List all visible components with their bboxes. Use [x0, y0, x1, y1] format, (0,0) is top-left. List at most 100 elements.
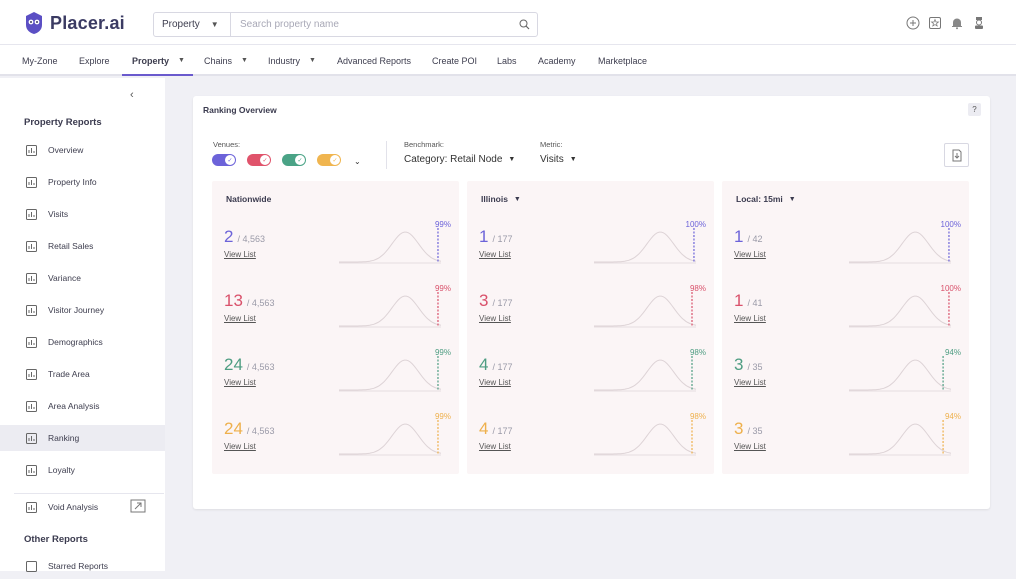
distribution-curve	[849, 420, 951, 456]
nav-academy[interactable]: Academy	[538, 45, 576, 76]
search-type-dropdown[interactable]: Property ▼	[154, 13, 231, 36]
distribution-line	[849, 359, 951, 391]
ranking-overview-card: Ranking Overview ? Venues: ✓ ✓ ✓ ✓ ⌄ Benchm…	[193, 96, 990, 509]
nav-advanced-reports[interactable]: Advanced Reports	[337, 45, 411, 76]
view-list-link[interactable]: View List	[224, 378, 256, 387]
sidebar-item-variance[interactable]: Variance	[0, 265, 165, 291]
check-icon: ✓	[295, 155, 305, 165]
external-link-icon[interactable]	[130, 499, 146, 513]
check-icon: ✓	[225, 155, 235, 165]
rank-total: / 4,563	[246, 362, 275, 372]
venue-toggle-4[interactable]: ✓	[317, 154, 341, 166]
bell-icon[interactable]	[950, 16, 964, 30]
collapse-sidebar-icon[interactable]: ‹	[130, 89, 134, 101]
rank-number: 3	[734, 355, 744, 374]
help-button[interactable]: ?	[968, 103, 981, 116]
logo[interactable]: Placer.ai	[24, 11, 125, 35]
view-list-link[interactable]: View List	[734, 378, 766, 387]
chevron-down-icon: ▼	[178, 57, 185, 64]
nav-industry[interactable]: Industry ▼	[268, 45, 316, 76]
benchmark-label: Benchmark:	[404, 140, 445, 149]
nav-label: Industry	[268, 55, 301, 66]
sidebar-item-starred-reports[interactable]: Starred Reports	[0, 553, 165, 579]
rank-value: 3/ 177	[479, 291, 513, 311]
benchmark-dropdown[interactable]: Category: Retail Node ▼	[404, 154, 515, 165]
nav-explore[interactable]: Explore	[79, 45, 110, 76]
view-list-link[interactable]: View List	[479, 378, 511, 387]
building-icon	[24, 175, 38, 189]
distribution-curve	[594, 356, 696, 392]
view-list-link[interactable]: View List	[224, 314, 256, 323]
sidebar-item-label: Void Analysis	[48, 502, 99, 512]
view-list-link[interactable]: View List	[734, 250, 766, 259]
sidebar: ‹ Property Reports Overview Property Info…	[0, 78, 165, 572]
view-list-link[interactable]: View List	[224, 442, 256, 451]
rank-row: 1/ 41 View List 100%	[722, 284, 969, 345]
sidebar-item-label: Visitor Journey	[48, 305, 105, 315]
ranking-column-local-15mi: Local: 15mi ▼ 1/ 42 View List 100% 1/ 41 View …	[722, 181, 969, 474]
view-list-link[interactable]: View List	[224, 250, 256, 259]
sidebar-item-retail-sales[interactable]: Retail Sales	[0, 233, 165, 259]
metric-dropdown[interactable]: Visits ▼	[540, 154, 577, 165]
sidebar-item-overview[interactable]: Overview	[0, 137, 165, 163]
controls-divider	[386, 141, 387, 169]
sidebar-item-loyalty[interactable]: Loyalty	[0, 457, 165, 483]
sidebar-item-area-analysis[interactable]: Area Analysis	[0, 393, 165, 419]
distribution-line	[594, 231, 696, 263]
sidebar-item-label: Property Info	[48, 177, 97, 187]
rank-total: / 177	[492, 234, 513, 244]
venues-dropdown-icon[interactable]: ⌄	[354, 157, 361, 166]
rank-row: 2/ 4,563 View List 99%	[212, 220, 459, 281]
view-list-link[interactable]: View List	[734, 442, 766, 451]
search-input[interactable]	[231, 19, 511, 30]
nav-chains[interactable]: Chains ▼	[204, 45, 248, 76]
view-list-link[interactable]: View List	[479, 250, 511, 259]
rank-number: 13	[224, 291, 243, 310]
user-icon[interactable]	[972, 16, 986, 30]
nav-property[interactable]: Property ▼	[132, 45, 185, 76]
rank-total: / 4,563	[246, 298, 275, 308]
search-icon[interactable]	[511, 19, 537, 30]
nav-labs[interactable]: Labs	[497, 45, 517, 76]
starred-icon[interactable]	[928, 16, 942, 30]
rank-row: 3/ 35 View List 94%	[722, 412, 969, 473]
distribution-line	[339, 423, 441, 455]
view-list-link[interactable]: View List	[734, 314, 766, 323]
nav-marketplace[interactable]: Marketplace	[598, 45, 647, 76]
download-button[interactable]	[944, 143, 969, 167]
top-bar: Placer.ai Property ▼	[0, 0, 1016, 45]
rank-row: 1/ 177 View List 100%	[467, 220, 714, 281]
chevron-down-icon: ▼	[513, 195, 521, 203]
venue-toggle-3[interactable]: ✓	[282, 154, 306, 166]
distribution-line	[339, 359, 441, 391]
view-list-link[interactable]: View List	[479, 314, 511, 323]
sidebar-item-demographics[interactable]: Demographics	[0, 329, 165, 355]
rank-number: 1	[479, 227, 489, 246]
column-title[interactable]: Illinois ▼	[481, 194, 521, 204]
sidebar-item-label: Loyalty	[48, 465, 75, 475]
rank-total: / 4,563	[246, 426, 275, 436]
nav-label: Explore	[79, 55, 110, 66]
sidebar-item-label: Visits	[48, 209, 69, 219]
nav-my-zone[interactable]: My-Zone	[22, 45, 58, 76]
view-list-link[interactable]: View List	[479, 442, 511, 451]
sidebar-item-ranking[interactable]: Ranking	[0, 425, 165, 451]
venue-toggle-1[interactable]: ✓	[212, 154, 236, 166]
sidebar-item-property-info[interactable]: Property Info	[0, 169, 165, 195]
nav-create-poi[interactable]: Create POI	[432, 45, 477, 76]
distribution-curve	[849, 292, 951, 328]
distribution-line	[339, 295, 441, 327]
column-title-label: Nationwide	[226, 194, 272, 204]
nav-label: Create POI	[432, 55, 478, 66]
sidebar-item-label: Area Analysis	[48, 401, 100, 411]
add-icon[interactable]	[906, 16, 920, 30]
rank-value: 1/ 41	[734, 291, 762, 311]
target-icon	[24, 399, 38, 413]
rank-value: 4/ 177	[479, 355, 513, 375]
venue-toggle-2[interactable]: ✓	[247, 154, 271, 166]
sidebar-item-visitor-journey[interactable]: Visitor Journey	[0, 297, 165, 323]
chevron-down-icon: ▼	[508, 156, 516, 163]
sidebar-item-trade-area[interactable]: Trade Area	[0, 361, 165, 387]
sidebar-item-visits[interactable]: Visits	[0, 201, 165, 227]
column-title[interactable]: Local: 15mi ▼	[736, 194, 796, 204]
